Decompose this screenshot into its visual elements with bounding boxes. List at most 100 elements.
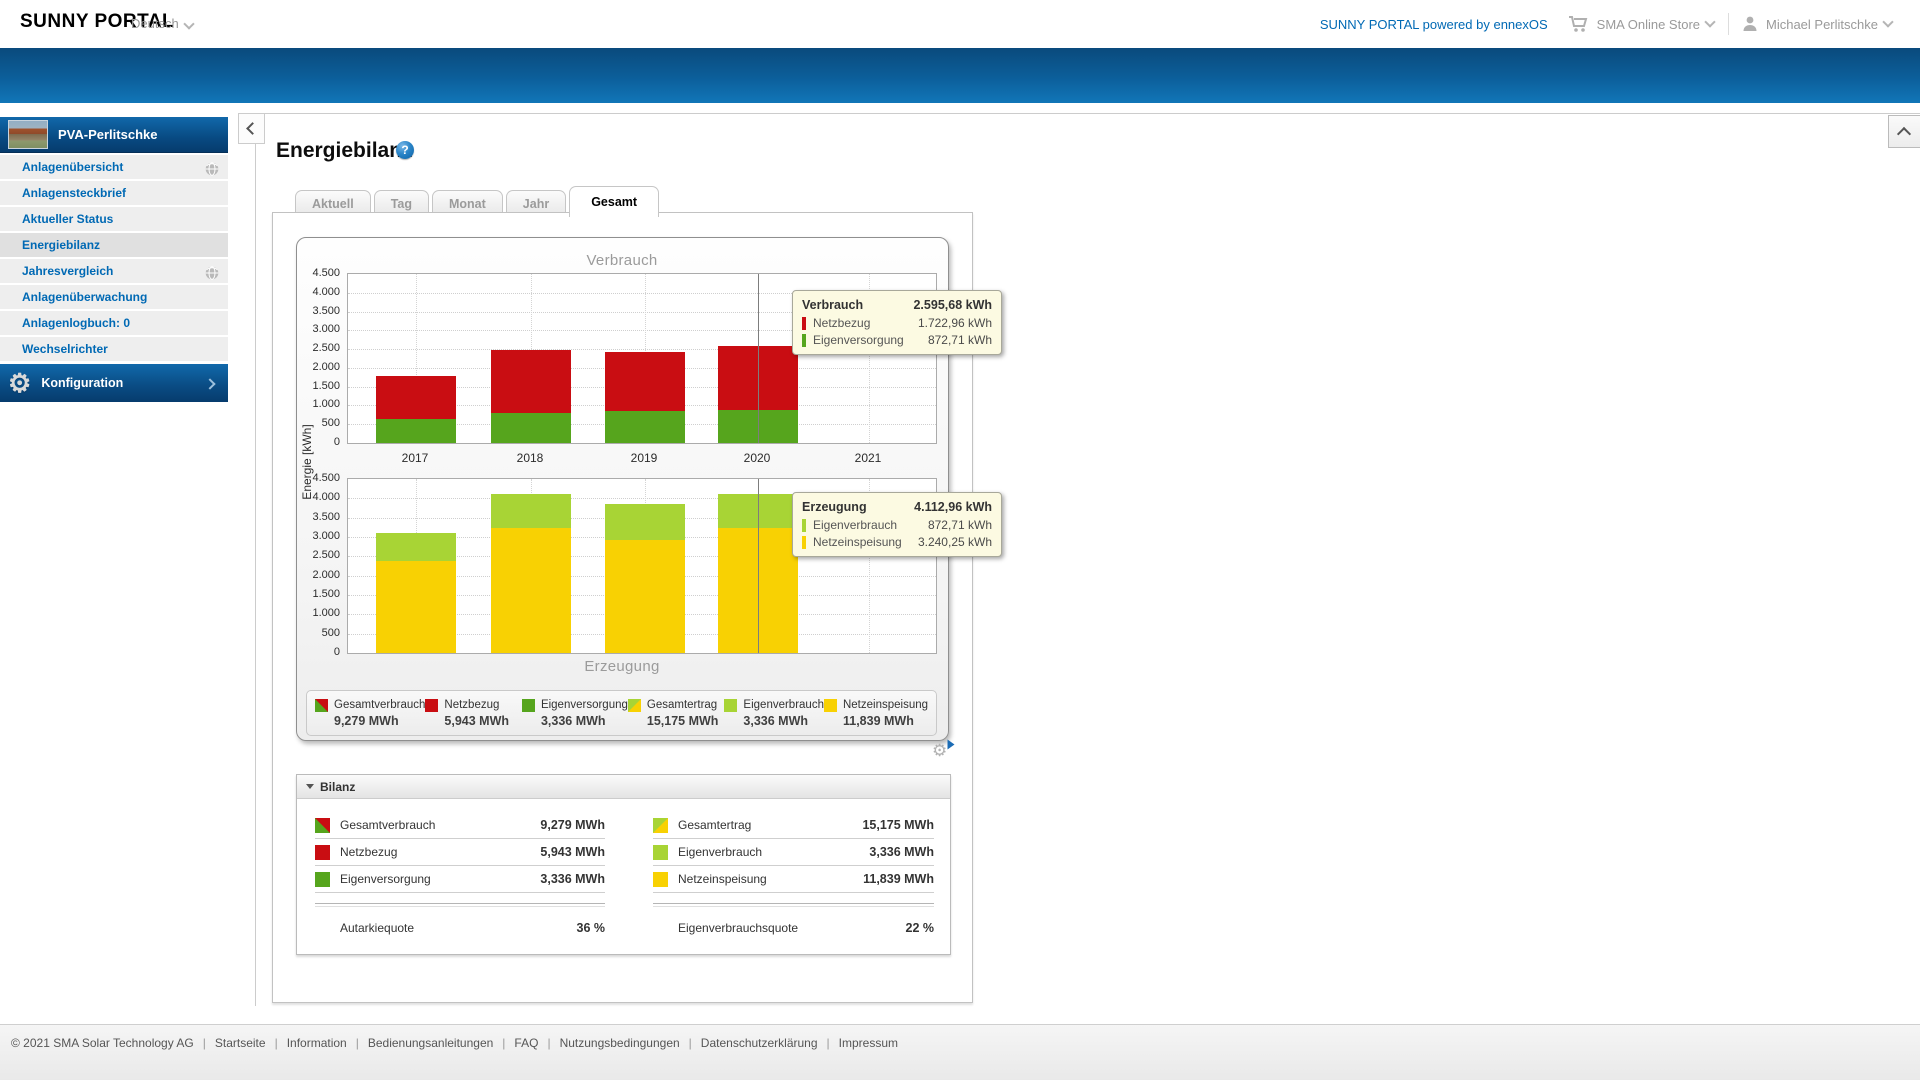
sidebar-item-label: Aktueller Status	[22, 212, 114, 226]
legend-color-icon	[425, 698, 439, 712]
bar-erzeugung-2017-eigenverbrauch	[376, 532, 456, 561]
footer-link-nutzungsbedingungen[interactable]: Nutzungsbedingungen	[560, 1036, 680, 1050]
bilanz-quote-row: Eigenverbrauchsquote 22 %	[653, 913, 934, 943]
legend-item-netzbezug[interactable]: Netzbezug 5,943 MWh	[425, 698, 522, 728]
sidebar-item-aktueller-status[interactable]: Aktueller Status	[0, 207, 228, 231]
legend-item-top: Eigenverbrauch	[724, 698, 824, 712]
footer-link-faq[interactable]: FAQ	[514, 1036, 538, 1050]
sidebar-collapse-button[interactable]	[238, 113, 265, 144]
sidebar-item-label: Jahresvergleich	[22, 264, 114, 278]
online-store-link[interactable]: SMA Online Store	[1568, 15, 1716, 33]
tooltip-erzeugung: Erzeugung 4.112,96 kWh Eigenverbrauch 872,7…	[792, 492, 1002, 557]
bilanz-color-icon	[653, 871, 668, 887]
sidebar-item-jahresvergleich[interactable]: Jahresvergleich	[0, 259, 228, 283]
legend-item-name: Gesamtverbrauch	[334, 699, 426, 711]
bilanz-row-name: Eigenversorgung	[340, 872, 431, 886]
y-axis-tick-label: 2.000	[312, 568, 340, 581]
chevron-up-icon	[1896, 126, 1912, 142]
tooltip-row-name: Eigenverbrauch	[813, 518, 898, 532]
tooltip-title: Erzeugung	[802, 500, 867, 514]
tab-gesamt[interactable]: Gesamt	[569, 186, 660, 217]
sidebar-item-konfiguration[interactable]: ⚙ Konfiguration	[0, 364, 228, 402]
language-label: Deutsch	[131, 16, 179, 31]
bar-verbrauch-2017-eigenversorgung	[376, 418, 456, 443]
footer: © 2021 SMA Solar Technology AG | Startseit…	[0, 1024, 1920, 1080]
y-axis-tick-label: 3.000	[312, 323, 340, 336]
sidebar-item-label: Anlagenlogbuch: 0	[22, 316, 130, 330]
chevron-right-icon	[204, 378, 216, 390]
online-store-label: SMA Online Store	[1596, 16, 1700, 32]
bilanz-row-value: 9,279 MWh	[540, 818, 605, 832]
gear-icon: ⚙	[8, 368, 32, 398]
bilanz-quote-value: 22 %	[905, 921, 935, 935]
top-header: SUNNY PORTAL Deutsch SUNNY PORTAL powere…	[0, 0, 1920, 48]
legend-item-eigenversorgung[interactable]: Eigenversorgung 3,336 MWh	[521, 698, 628, 728]
y-axis-tick-label: 3.500	[312, 304, 340, 317]
chart-settings-button[interactable]: ⚙	[932, 739, 956, 762]
bilanz-row-name: Eigenverbrauch	[678, 845, 763, 859]
sidebar-item-label: Anlagensteckbrief	[22, 186, 127, 200]
legend-item-netzeinspeisung[interactable]: Netzeinspeisung 11,839 MWh	[823, 698, 928, 728]
tooltip-total-value: 2.595,68 kWh	[913, 298, 992, 312]
series-color-mark	[802, 333, 806, 347]
page-title: Energiebilanz	[276, 139, 413, 162]
footer-link-bedienungsanleitungen[interactable]: Bedienungsanleitungen	[368, 1036, 493, 1050]
sidebar-item-anlagen-berwachung[interactable]: Anlagenüberwachung	[0, 285, 228, 309]
bilanz-row-netzbezug: Netzbezug 5,943 MWh	[315, 839, 605, 866]
tooltip-row-value: 3.240,25 kWh	[917, 535, 992, 549]
bilanz-row-value: 11,839 MWh	[863, 872, 934, 886]
y-axis-tick-label: 4.000	[312, 285, 340, 298]
tooltip-row-name: Netzbezug	[813, 316, 871, 330]
settings-arrow-icon	[947, 739, 955, 750]
bilanz-header[interactable]: Bilanz	[297, 775, 950, 799]
bar-verbrauch-2019-eigenversorgung	[605, 410, 685, 443]
footer-link-information[interactable]: Information	[287, 1036, 347, 1050]
sidebar-item-energiebilanz[interactable]: Energiebilanz	[0, 233, 228, 257]
language-dropdown[interactable]: Deutsch	[131, 16, 195, 31]
user-menu[interactable]: Michael Perlitschke	[1741, 15, 1894, 33]
series-color-mark	[802, 535, 806, 549]
legend-color-icon	[627, 698, 641, 712]
konfiguration-label: Konfiguration	[41, 376, 124, 390]
legend-item-gesamtertrag[interactable]: Gesamtertrag 15,175 MWh	[627, 698, 725, 728]
footer-link-datenschutzerklärung[interactable]: Datenschutzerklärung	[701, 1036, 818, 1050]
legend-item-top: Gesamtertrag	[627, 698, 725, 712]
gear-icon: ⚙	[932, 741, 948, 760]
tooltip-title-row: Erzeugung 4.112,96 kWh	[802, 500, 992, 514]
chart-legend: Gesamtverbrauch 9,279 MWh Netzbezug 5,943 M…	[306, 690, 937, 736]
bar-verbrauch-2018-netzbezug	[491, 349, 571, 413]
legend-item-gesamtverbrauch[interactable]: Gesamtverbrauch 9,279 MWh	[315, 698, 426, 728]
tooltip-title: Verbrauch	[802, 298, 864, 312]
sidebar-item-label: Anlagenübersicht	[22, 160, 124, 174]
sidebar-item-anlagen-bersicht[interactable]: Anlagenübersicht	[0, 155, 228, 179]
bilanz-color-icon	[653, 817, 668, 833]
chevron-down-icon	[1882, 16, 1894, 28]
sidebar-item-anlagensteckbrief[interactable]: Anlagensteckbrief	[0, 181, 228, 205]
cart-icon	[1568, 16, 1587, 32]
powered-by-link[interactable]: SUNNY PORTAL powered by ennexOS	[1320, 17, 1548, 32]
tooltip-row: Eigenverbrauch 872,71 kWh	[802, 518, 992, 532]
sidebar-item-anlagenlogbuch-0[interactable]: Anlagenlogbuch: 0	[0, 311, 228, 335]
footer-link-startseite[interactable]: Startseite	[215, 1036, 266, 1050]
bilanz-left-column: Gesamtverbrauch 9,279 MWh Netzbezug 5,943 M…	[315, 812, 605, 943]
series-color-mark	[802, 316, 806, 330]
series-color-mark	[802, 518, 806, 532]
chevron-left-icon	[246, 122, 259, 135]
bilanz-row-value: 15,175 MWh	[862, 818, 934, 832]
footer-separator: |	[355, 1036, 359, 1050]
tooltip-row: Netzbezug 1.722,96 kWh	[802, 316, 992, 330]
scroll-top-button[interactable]	[1888, 115, 1920, 148]
bilanz-row-eigenversorgung: Eigenversorgung 3,336 MWh	[315, 866, 605, 893]
bar-verbrauch-2018-eigenversorgung	[491, 412, 571, 443]
legend-item-value: 3,336 MWh	[540, 713, 606, 728]
plant-header[interactable]: PVA-Perlitschke	[0, 117, 228, 153]
legend-item-top: Eigenversorgung	[521, 698, 628, 712]
help-icon[interactable]: ?	[396, 141, 414, 159]
bilanz-color-icon	[315, 844, 330, 860]
legend-color-icon	[823, 698, 837, 712]
sidebar-item-wechselrichter[interactable]: Wechselrichter	[0, 337, 228, 361]
bilanz-row-gesamtertrag: Gesamtertrag 15,175 MWh	[653, 812, 934, 839]
legend-item-eigenverbrauch[interactable]: Eigenverbrauch 3,336 MWh	[724, 698, 824, 728]
footer-link-impressum[interactable]: Impressum	[839, 1036, 898, 1050]
y-axis-tick-label: 500	[321, 626, 340, 639]
